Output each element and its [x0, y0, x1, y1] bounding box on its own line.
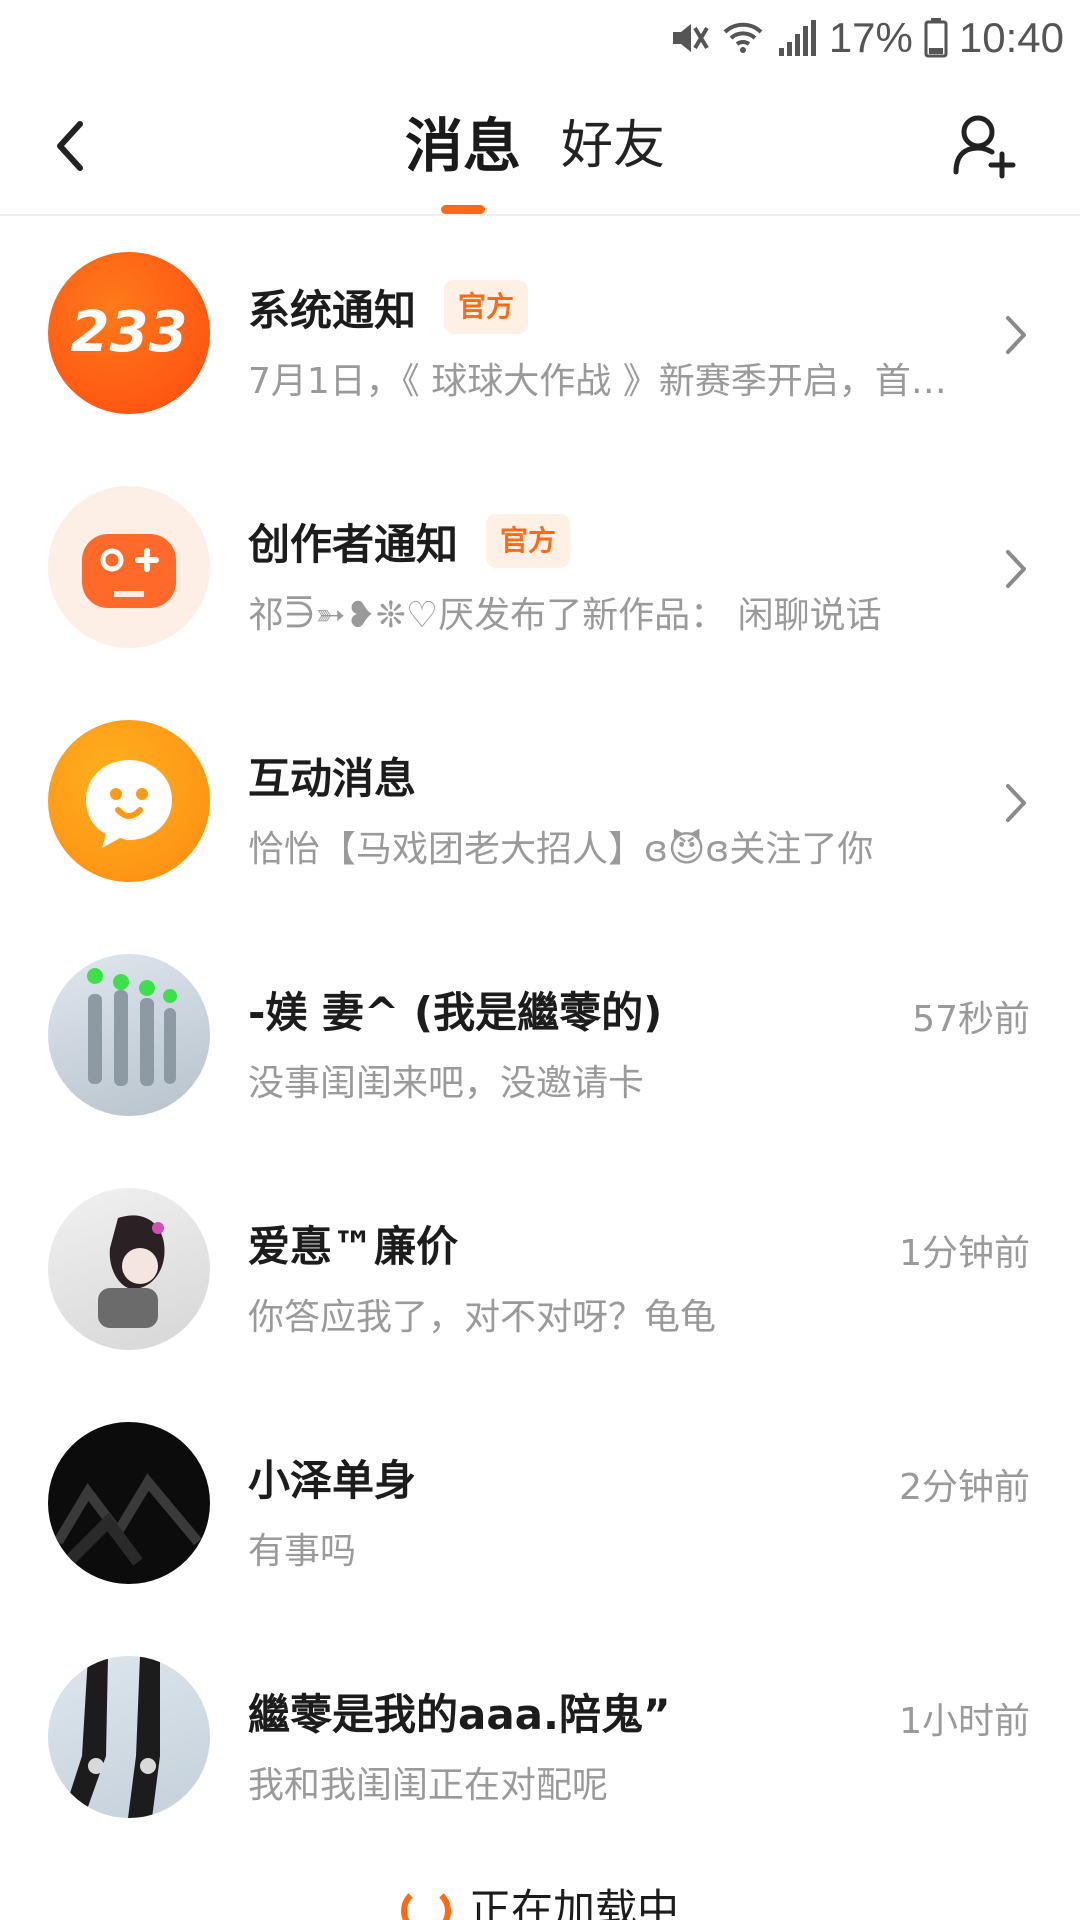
item-preview: 恰怡【马戏团老大招人】ɞ😈ɞ关注了你 [248, 829, 874, 870]
item-preview: 你答应我了，对不对呀？龟龟 [248, 1297, 717, 1338]
item-title: 繼蕶是我的aaa.陪鬼” [248, 1689, 671, 1739]
tab-bar: 消息 好友 [405, 96, 665, 214]
list-item-creator-notice[interactable]: 创作者通知 官方 祁⋽➳❥❊♡厌发布了新作品： 闲聊说话 [0, 452, 1080, 686]
item-time: 57秒前 [912, 999, 1030, 1040]
chevron-right-icon [1006, 316, 1026, 354]
loading-text: 正在加载中 [468, 1885, 679, 1920]
list-item-interaction-messages[interactable]: 互动消息 恰怡【马戏团老大招人】ɞ😈ɞ关注了你 [0, 686, 1080, 920]
item-title: 爱惪™廉价 [248, 1221, 459, 1271]
mute-icon [672, 24, 709, 52]
chevron-right-icon [1006, 550, 1026, 588]
item-title: 系统通知 [248, 285, 417, 335]
system-notice-avatar: 233 [48, 252, 210, 414]
active-tab-indicator [441, 205, 485, 214]
item-time: 1小时前 [899, 1701, 1030, 1742]
list-item-chat[interactable]: 小泽单身 2分钟前 有事吗 [0, 1388, 1080, 1622]
battery-icon [924, 18, 948, 58]
avatar-233-logo: 233 [70, 300, 188, 365]
item-title: 小泽单身 [248, 1455, 417, 1505]
back-arrow-icon [57, 121, 83, 171]
avatar-legs-image [62, 1656, 160, 1818]
creator-notice-avatar [48, 486, 210, 648]
wifi-icon [723, 22, 763, 53]
chat-bubble-icon [86, 760, 172, 848]
add-user-icon [953, 115, 1016, 179]
tab-friends[interactable]: 好友 [561, 96, 665, 196]
signal-icon [778, 20, 816, 56]
header: 消息 好友 [0, 76, 1080, 216]
message-list: 233 系统通知 官方 7月1日，《 球球大作战 》新赛季开启，首发创作者福利活… [0, 218, 1080, 1856]
item-preview: 有事吗 [248, 1531, 357, 1572]
item-preview: 7月1日，《 球球大作战 》新赛季开启，首发创作者福利活动 [248, 361, 968, 402]
item-time: 1分钟前 [899, 1233, 1030, 1274]
avatar-dark-image [53, 1473, 202, 1567]
item-preview: 没事闺闺来吧，没邀请卡 [248, 1063, 645, 1104]
avatar-figures-image [87, 968, 177, 1086]
official-badge: 官方 [444, 280, 529, 334]
tab-friends-label: 好友 [561, 116, 666, 176]
tab-messages-label: 消息 [405, 112, 522, 180]
add-friend-button[interactable] [948, 110, 1020, 182]
user-avatar [48, 1422, 210, 1584]
item-preview: 祁⋽➳❥❊♡厌发布了新作品： 闲聊说话 [248, 595, 882, 636]
list-item-chat[interactable]: 爱惪™廉价 1分钟前 你答应我了，对不对呀？龟龟 [0, 1154, 1080, 1388]
avatar-character-image [98, 1215, 165, 1328]
gamepad-icon [82, 534, 176, 608]
item-title: -媄 妻^ (我是繼蕶的) [248, 987, 663, 1037]
user-avatar [48, 1188, 210, 1350]
loading-spinner-icon [400, 1886, 451, 1920]
user-avatar [48, 954, 210, 1116]
chevron-right-icon [1006, 784, 1026, 822]
list-item-chat[interactable]: 繼蕶是我的aaa.陪鬼” 1小时前 我和我闺闺正在对配呢 [0, 1622, 1080, 1856]
back-button[interactable] [40, 110, 100, 182]
clock: 10:40 [958, 14, 1064, 61]
item-title: 创作者通知 [248, 519, 459, 569]
item-title: 互动消息 [248, 753, 417, 803]
loading-indicator: 正在加载中 [0, 1880, 1080, 1920]
official-badge: 官方 [486, 514, 571, 568]
list-item-system-notice[interactable]: 233 系统通知 官方 7月1日，《 球球大作战 》新赛季开启，首发创作者福利活… [0, 218, 1080, 452]
status-bar: 17% 10:40 [0, 0, 1080, 76]
interaction-avatar [48, 720, 210, 882]
battery-percent: 17% [828, 14, 913, 61]
item-time: 2分钟前 [899, 1467, 1030, 1508]
item-preview: 我和我闺闺正在对配呢 [248, 1765, 609, 1806]
tab-messages[interactable]: 消息 [405, 96, 522, 214]
user-avatar [48, 1656, 210, 1818]
list-item-chat[interactable]: -媄 妻^ (我是繼蕶的) 57秒前 没事闺闺来吧，没邀请卡 [0, 920, 1080, 1154]
